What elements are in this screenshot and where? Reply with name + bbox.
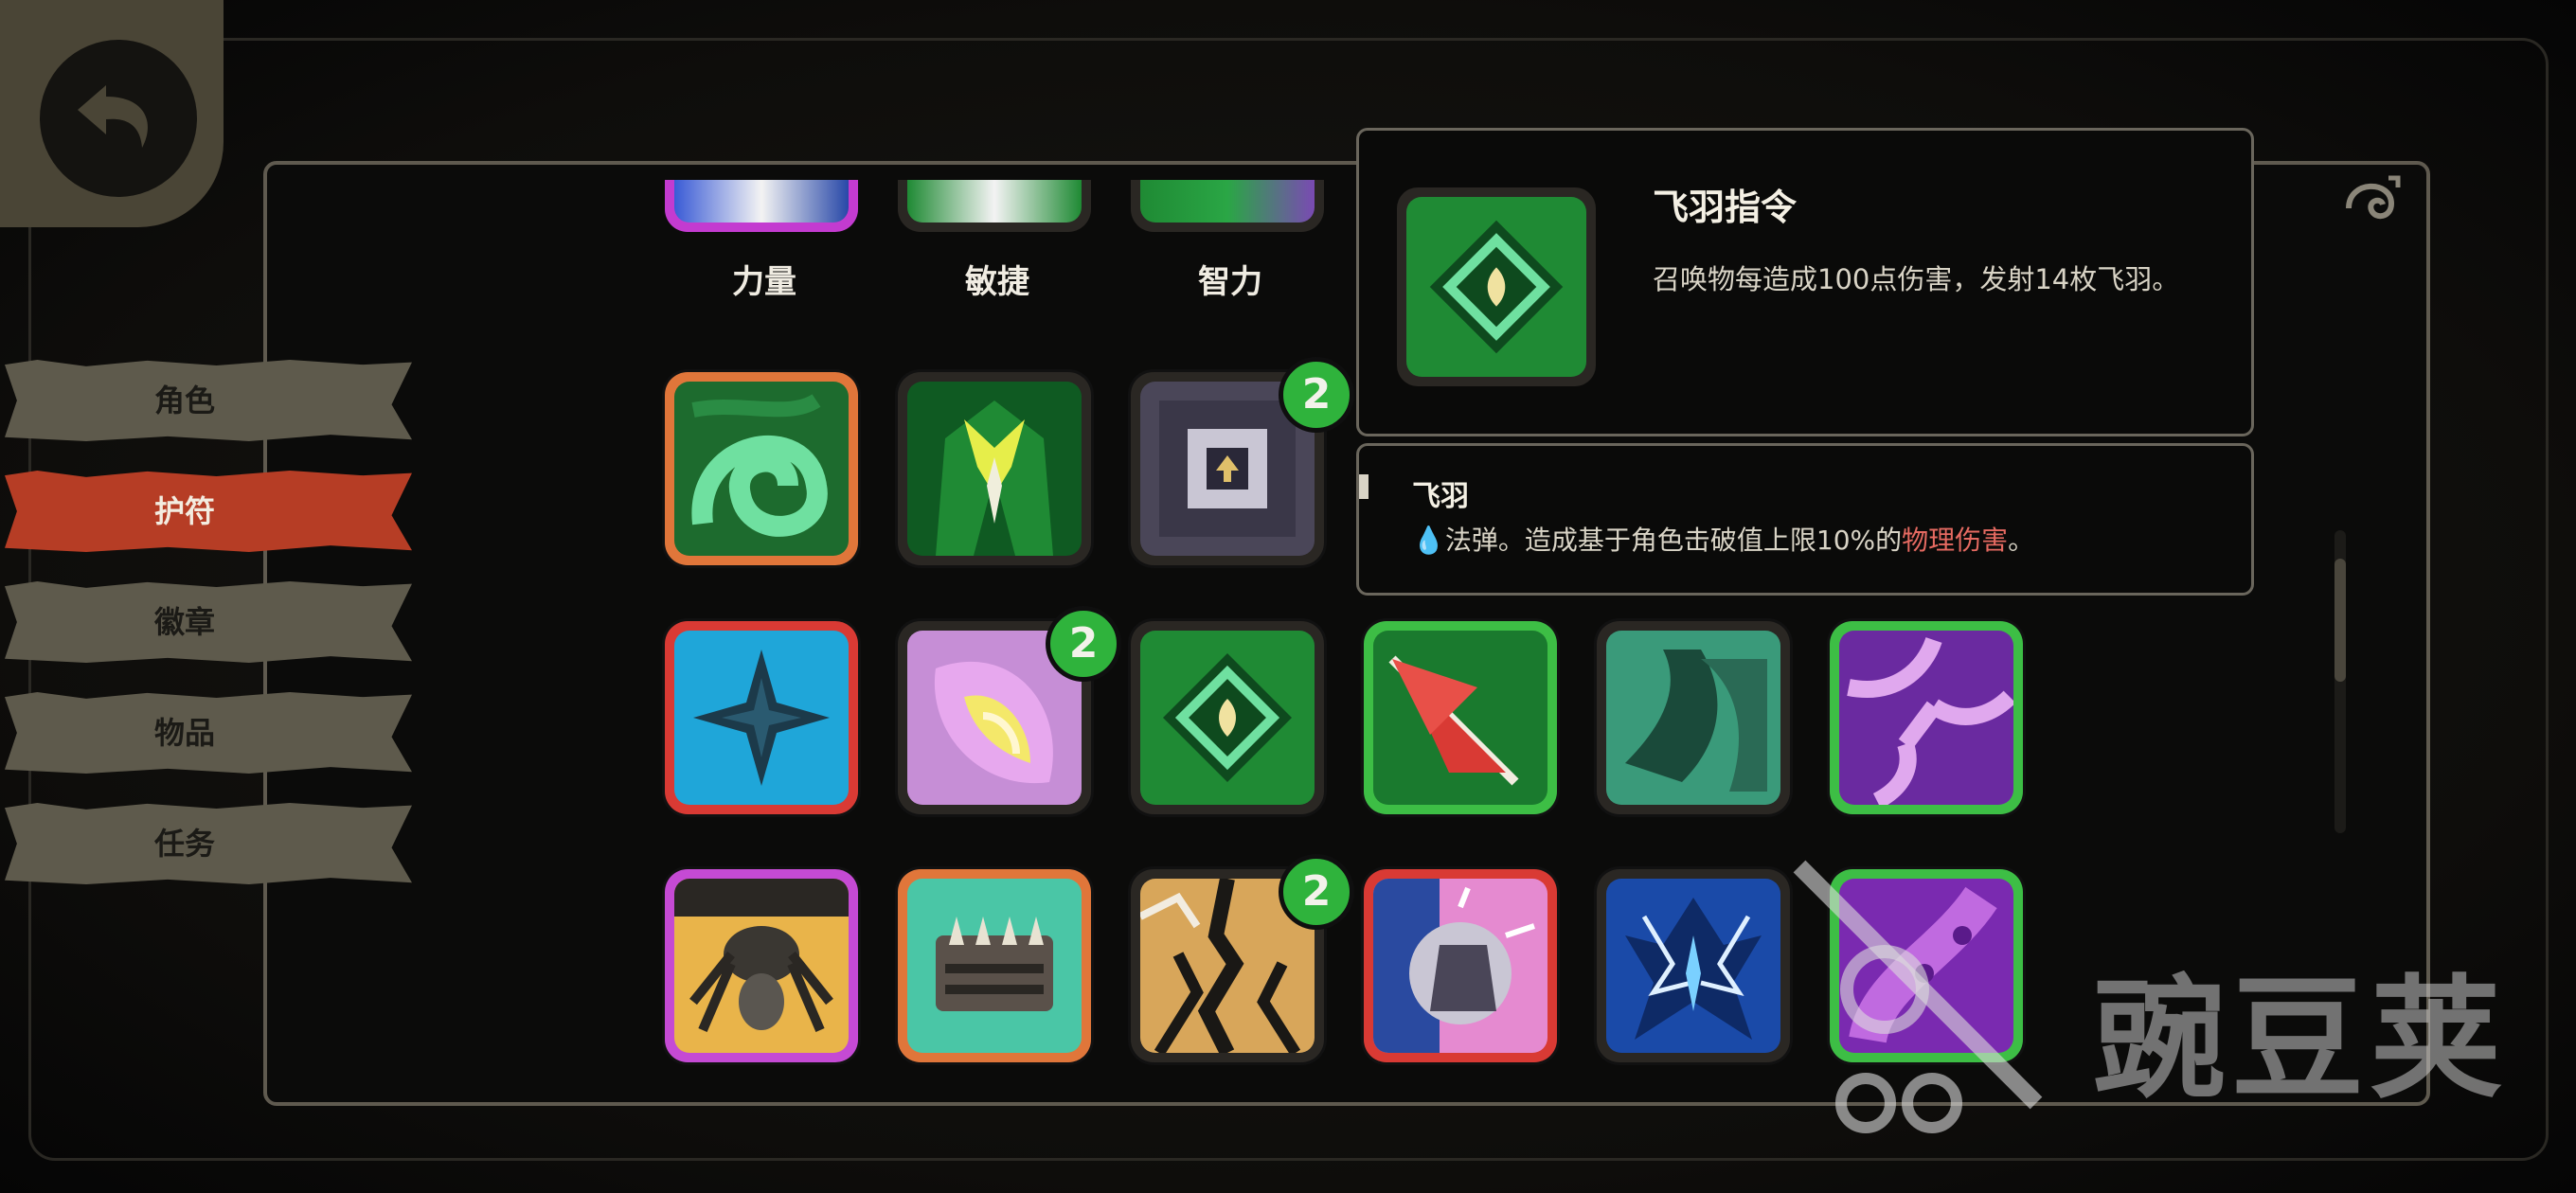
scroll-thumb[interactable] <box>2334 559 2346 682</box>
sidebar-item-label: 任务 <box>153 826 215 862</box>
charm-slot[interactable] <box>1597 869 1790 1062</box>
teal-claw-icon <box>1606 631 1780 805</box>
watermark-logo-icon <box>1793 860 2043 1133</box>
stat-intellect-label: 智力 <box>1198 263 1262 301</box>
back-button[interactable] <box>0 0 224 227</box>
feather-description: 💧法弹。造成基于角色击破值上限10%的物理伤害。 <box>1412 520 2034 558</box>
tooltip-marker <box>1359 474 1368 499</box>
charm-slot[interactable] <box>665 372 858 565</box>
sidebar-item-badge[interactable]: 徽章 <box>5 581 412 663</box>
charm-slot[interactable] <box>1830 621 2023 814</box>
tooltip-description: 召唤物每造成100点伤害，发射14枚飞羽。 <box>1653 263 2180 295</box>
charm-tooltip: 飞羽指令 召唤物每造成100点伤害，发射14枚飞羽。 <box>1356 128 2254 436</box>
charm-slot[interactable] <box>665 869 858 1062</box>
sidebar-item-quests[interactable]: 任务 <box>5 803 412 884</box>
watermark-text: 豌豆荚 <box>2093 963 2509 1117</box>
count-badge: 2 <box>1279 357 1354 433</box>
feather-title: 飞羽 <box>1412 480 1469 513</box>
ornament-icon <box>2346 175 2401 220</box>
stat-strength-label: 力量 <box>732 263 796 301</box>
charm-slot[interactable] <box>1131 621 1324 814</box>
sidebar-item-label: 徽章 <box>153 604 215 640</box>
sidebar-item-label: 物品 <box>153 715 215 751</box>
watermark: 豌豆荚 <box>1790 857 2548 1141</box>
feather-tooltip: 飞羽 💧法弹。造成基于角色击破值上限10%的物理伤害。 <box>1356 443 2254 596</box>
purple-web-icon <box>1839 631 2013 805</box>
ammo-belt-icon <box>907 879 1082 1053</box>
stat-agility-label: 敏捷 <box>965 263 1029 301</box>
sidebar-item-character[interactable]: 角色 <box>5 360 412 441</box>
fist-icon <box>1373 879 1547 1053</box>
charm-slot[interactable] <box>1597 621 1790 814</box>
spider-icon <box>674 879 849 1053</box>
charm-slot[interactable] <box>665 621 858 814</box>
feather-desc-suffix: 。 <box>2008 525 2035 556</box>
charm-slot[interactable] <box>1364 621 1557 814</box>
green-cloak-icon <box>907 382 1082 556</box>
strength-icon[interactable] <box>665 180 858 232</box>
charm-slot[interactable] <box>898 869 1091 1062</box>
agility-icon[interactable] <box>898 180 1091 232</box>
scrollbar[interactable] <box>2334 530 2346 833</box>
tooltip-diamond-icon <box>1397 187 1596 386</box>
green-swirl-icon <box>674 382 849 556</box>
charm-slot[interactable] <box>898 372 1091 565</box>
charm-slot[interactable] <box>1364 869 1557 1062</box>
tooltip-title: 飞羽指令 <box>1653 187 1798 228</box>
sidebar-item-label: 角色 <box>153 383 215 418</box>
sidebar-item-items[interactable]: 物品 <box>5 692 412 774</box>
back-arrow-icon <box>40 40 197 197</box>
count-badge: 2 <box>1046 606 1121 682</box>
count-badge: 2 <box>1279 854 1354 930</box>
feather-desc-text: 法弹。造成基于角色击破值上限10%的 <box>1444 525 1903 556</box>
red-arrow-icon <box>1373 631 1547 805</box>
droplet-icon: 💧 <box>1412 525 1445 556</box>
intellect-icon[interactable] <box>1131 180 1324 232</box>
physical-damage-text: 物理伤害 <box>1902 525 2009 556</box>
green-diamond-icon <box>1140 631 1315 805</box>
sidebar-item-label: 护符 <box>153 493 215 529</box>
blue-star-icon <box>674 631 849 805</box>
sidebar-item-charm[interactable]: 护符 <box>5 471 412 552</box>
lightning-bird-icon <box>1606 879 1780 1053</box>
